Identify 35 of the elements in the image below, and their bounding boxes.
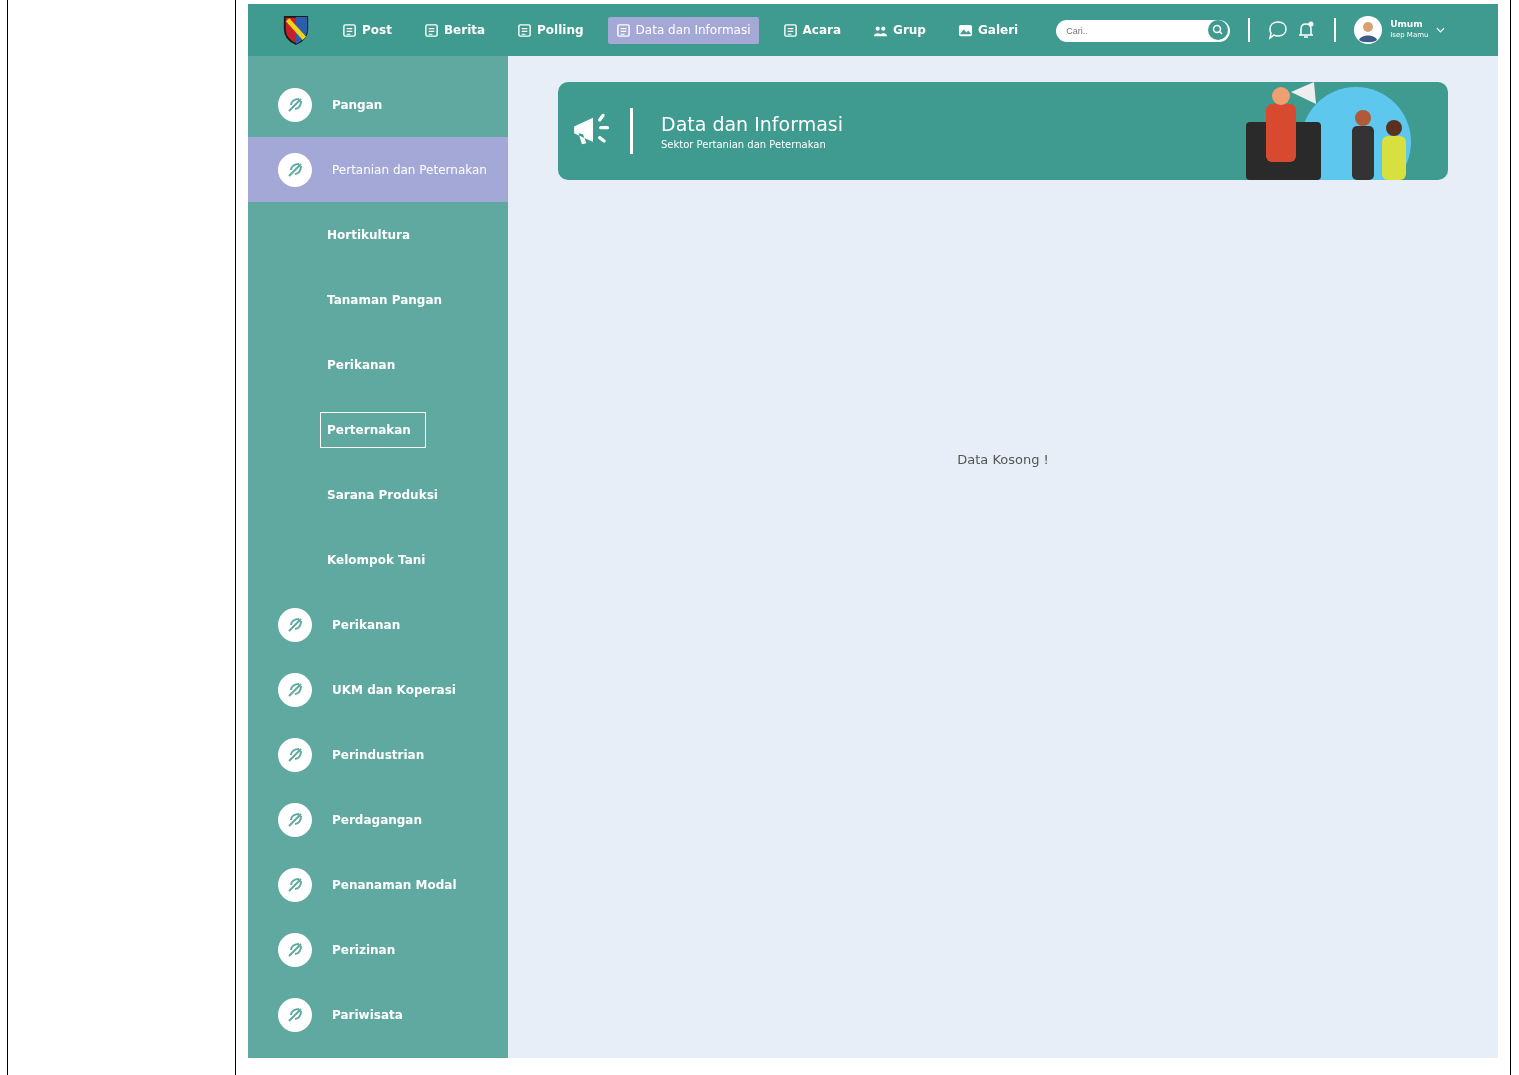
document-icon bbox=[423, 22, 439, 38]
nav-tab[interactable]: Acara bbox=[774, 16, 850, 44]
avatar-icon[interactable] bbox=[1354, 16, 1383, 44]
sidebar-item[interactable]: Perindustrian bbox=[248, 722, 508, 787]
submenu-item[interactable]: Hortikultura bbox=[320, 216, 417, 253]
search-icon[interactable] bbox=[1208, 20, 1229, 40]
nav-tab[interactable]: Data dan Informasi bbox=[607, 16, 759, 44]
sidebar-item[interactable]: Pangan bbox=[248, 72, 508, 137]
chevron-down-icon[interactable] bbox=[1436, 27, 1446, 33]
nav-tab[interactable]: Polling bbox=[509, 16, 592, 44]
banner-title: Data dan Informasi bbox=[661, 112, 844, 135]
nav-tab[interactable]: Post bbox=[334, 16, 400, 44]
submenu-item[interactable]: Kelompok Tani bbox=[320, 541, 433, 578]
leaf-icon bbox=[278, 87, 312, 122]
banner-subtitle: Sektor Pertanian dan Peternakan bbox=[661, 138, 827, 150]
sidebar-item[interactable]: Perizinan bbox=[248, 917, 508, 982]
search-field[interactable]: Cari.. bbox=[1056, 20, 1231, 42]
submenu-item[interactable]: Tanaman Pangan bbox=[320, 281, 450, 318]
sidebar-item[interactable]: Pertanian dan Peternakan bbox=[248, 137, 508, 202]
submenu-item[interactable]: Perternakan bbox=[320, 411, 426, 448]
submenu-item[interactable]: Perikanan bbox=[320, 346, 403, 383]
submenu-item[interactable]: Sarana Produksi bbox=[320, 476, 445, 513]
empty-state-message: Data Kosong ! bbox=[957, 452, 1049, 467]
nav-tab[interactable]: Galeri bbox=[949, 16, 1027, 44]
nav-tab[interactable]: Berita bbox=[415, 16, 494, 44]
chat-icon[interactable] bbox=[1268, 20, 1289, 40]
image-icon bbox=[957, 22, 973, 38]
sidebar-item[interactable]: Perikanan bbox=[248, 592, 508, 657]
sidebar-item[interactable]: Perdagangan bbox=[248, 787, 508, 852]
sidebar-item[interactable]: Penanaman Modal bbox=[248, 852, 508, 917]
sidebar-item[interactable]: UKM dan Koperasi bbox=[248, 657, 508, 722]
sidebar-item[interactable]: Pariwisata bbox=[248, 982, 508, 1047]
user-name: Umum bbox=[1390, 19, 1424, 30]
nav-tab[interactable]: Grup bbox=[865, 16, 934, 44]
shield-logo-icon bbox=[282, 14, 310, 46]
